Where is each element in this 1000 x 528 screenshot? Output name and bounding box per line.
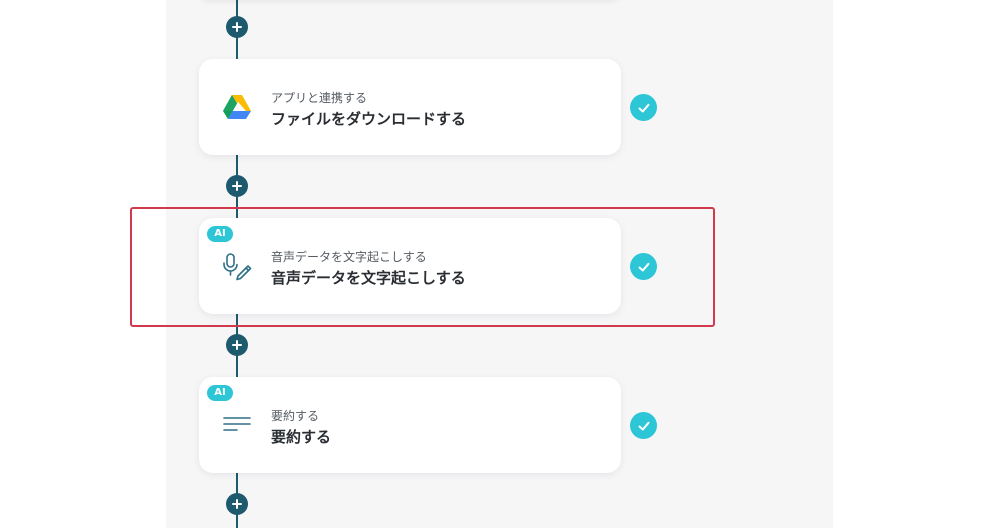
highlight-frame	[130, 207, 715, 327]
add-step-button[interactable]	[226, 16, 248, 38]
step-subtitle: 要約する	[271, 409, 320, 423]
step-title: 要約する	[271, 428, 332, 446]
step-title: ファイルをダウンロードする	[271, 110, 467, 128]
plus-icon	[232, 499, 242, 509]
step-card-download-file[interactable]: アプリと連携する ファイルをダウンロードする	[199, 59, 621, 155]
add-step-button[interactable]	[226, 493, 248, 515]
text-lines-icon	[221, 409, 253, 441]
google-drive-icon	[221, 91, 253, 123]
plus-icon	[232, 22, 242, 32]
plus-icon	[232, 181, 242, 191]
check-icon	[638, 421, 649, 430]
add-step-button[interactable]	[226, 334, 248, 356]
step-complete-check	[630, 412, 657, 439]
ai-badge: AI	[207, 385, 233, 401]
step-complete-check	[630, 94, 657, 121]
add-step-button[interactable]	[226, 175, 248, 197]
plus-icon	[232, 340, 242, 350]
step-card-summarize[interactable]: AI 要約する 要約する	[199, 377, 621, 473]
step-subtitle: アプリと連携する	[271, 91, 368, 105]
check-icon	[638, 103, 649, 112]
